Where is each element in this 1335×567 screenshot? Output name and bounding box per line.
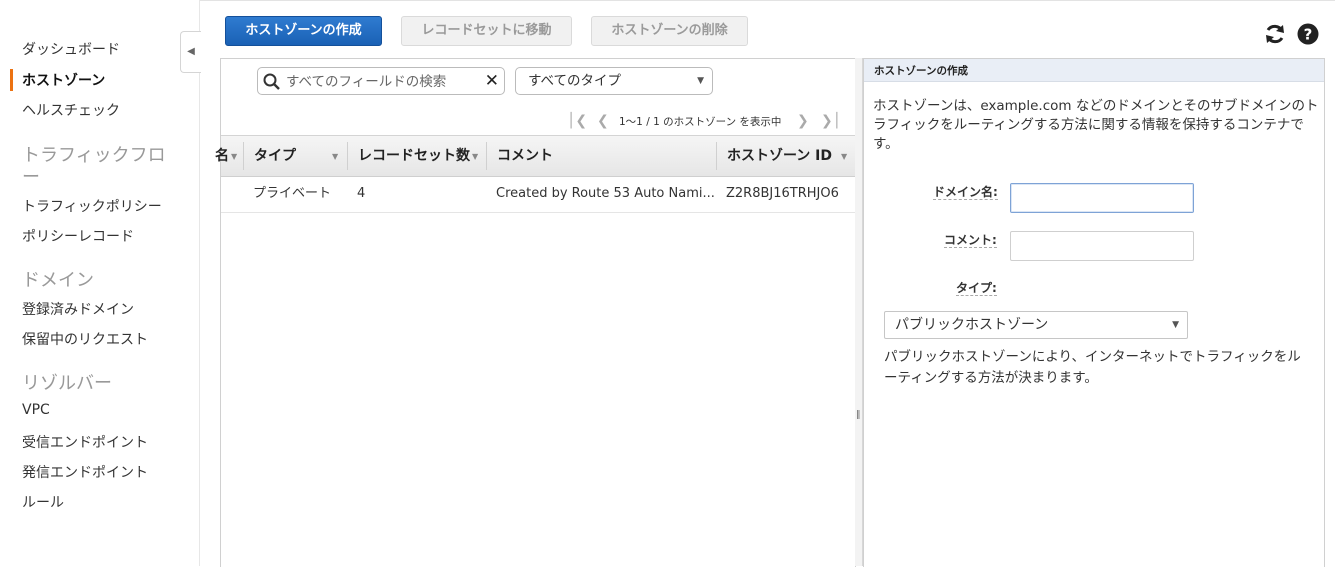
sidebar-item-health-checks[interactable]: ヘルスチェック [22,100,120,120]
search-box: ✕ [257,67,505,95]
cell-record-count: 4 [357,186,366,201]
type-label: タイプ: [956,281,997,296]
active-indicator [10,69,13,91]
clear-search-icon[interactable]: ✕ [485,72,499,90]
sort-icon: ▼ [472,152,479,161]
panel-splitter[interactable]: ‖ [855,58,863,566]
chevron-left-icon: ◀ [187,46,195,57]
sidebar-item-vpc[interactable]: VPC [22,402,50,418]
column-divider [243,142,244,170]
column-header-name[interactable]: 名 ▼ [215,136,243,176]
panel-description: ホストゾーンは、example.com などのドメインとそのサブドメインのトラフ… [873,98,1319,152]
section-domains: ドメイン [22,270,94,291]
drag-handle-icon: ‖ [856,410,861,420]
top-border [0,0,1335,1]
table-row[interactable]: プライベート 4 Created by Route 53 Auto Nami..… [221,176,855,213]
sort-icon: ▼ [231,152,238,161]
sidebar: ダッシュボード ホストゾーン ヘルスチェック トラフィックフロ ー トラフィック… [0,0,200,566]
sidebar-item-policy-records[interactable]: ポリシーレコード [22,226,134,246]
sidebar-item-rules[interactable]: ルール [22,492,64,512]
svg-text:?: ? [1304,26,1313,44]
go-to-record-sets-button[interactable]: レコードセットに移動 [401,16,572,46]
hosted-zones-panel: ✕ すべてのタイプ ▼ │❮ ❮ 1～1 / 1 のホストゾーン を表示中 ❯ … [215,58,856,567]
column-header-comment[interactable]: コメント [497,136,707,176]
create-hosted-zone-button[interactable]: ホストゾーンの作成 [225,16,382,46]
sidebar-item-inbound-endpoints[interactable]: 受信エンドポイント [22,432,148,452]
dropdown-arrow-icon: ▼ [1172,320,1179,330]
sort-icon: ▼ [332,152,339,161]
refresh-icon[interactable] [1263,22,1287,46]
first-page-icon[interactable]: │❮ [567,111,587,131]
domain-name-input[interactable] [1010,183,1194,213]
panel-title: ホストゾーンの作成 [874,65,968,77]
create-zone-panel: ホストゾーンの作成 ホストゾーンは、example.com などのドメインとその… [863,58,1325,567]
sidebar-item-outbound-endpoints[interactable]: 発信エンドポイント [22,462,148,482]
search-icon [263,73,280,90]
column-divider [486,142,487,170]
comment-label: コメント: [944,233,997,248]
domain-name-label: ドメイン名: [933,185,998,200]
cell-type: プライベート [253,186,332,201]
type-filter-value: すべてのタイプ [528,73,622,89]
next-page-icon[interactable]: ❯ [797,111,809,131]
column-header-record-count[interactable]: レコードセット数 ▼ [358,136,482,176]
column-divider [716,142,717,170]
zone-type-value: パブリックホストゾーン [895,317,1049,333]
zone-type-help: パブリックホストゾーンにより、インターネットでトラフィックをルーティングする方法… [884,349,1301,386]
cell-zone-id: Z2R8BJ16TRHJO6 [726,186,839,201]
panel-header: ホストゾーンの作成 [864,59,1324,82]
help-icon[interactable]: ? [1297,22,1321,46]
delete-hosted-zone-button[interactable]: ホストゾーンの削除 [591,16,748,46]
dropdown-arrow-icon: ▼ [697,76,704,86]
prev-page-icon[interactable]: ❮ [597,111,609,131]
comment-input[interactable] [1010,231,1194,261]
pagination-text: 1～1 / 1 のホストゾーン を表示中 [619,116,782,128]
sidebar-item-hosted-zones[interactable]: ホストゾーン [22,70,105,90]
zone-type-select[interactable]: パブリックホストゾーン ▼ [884,311,1188,339]
sort-icon: ▼ [841,152,848,161]
last-page-icon[interactable]: ❯│ [821,111,841,131]
sidebar-item-registered-domains[interactable]: 登録済みドメイン [22,299,134,319]
column-divider [347,142,348,170]
type-filter-select[interactable]: すべてのタイプ ▼ [515,67,713,95]
section-traffic-flow: トラフィックフロ [22,145,166,166]
section-resolver: リゾルバー [22,373,112,394]
section-traffic-flow-wrap: ー [22,167,40,188]
table-header: 名 ▼ タイプ ▼ レコードセット数 ▼ コメント ホストゾーン ID ▼ [215,135,855,177]
sidebar-item-dashboard[interactable]: ダッシュボード [22,39,120,59]
sidebar-item-traffic-policies[interactable]: トラフィックポリシー [22,196,162,216]
cell-comment: Created by Route 53 Auto Nami... [496,186,715,201]
search-input[interactable] [284,71,484,93]
sidebar-item-pending-requests[interactable]: 保留中のリクエスト [22,329,148,349]
collapse-sidebar-button[interactable]: ◀ [180,31,201,73]
column-header-zone-id[interactable]: ホストゾーン ID ▼ [727,136,851,176]
column-header-type[interactable]: タイプ ▼ [254,136,346,176]
